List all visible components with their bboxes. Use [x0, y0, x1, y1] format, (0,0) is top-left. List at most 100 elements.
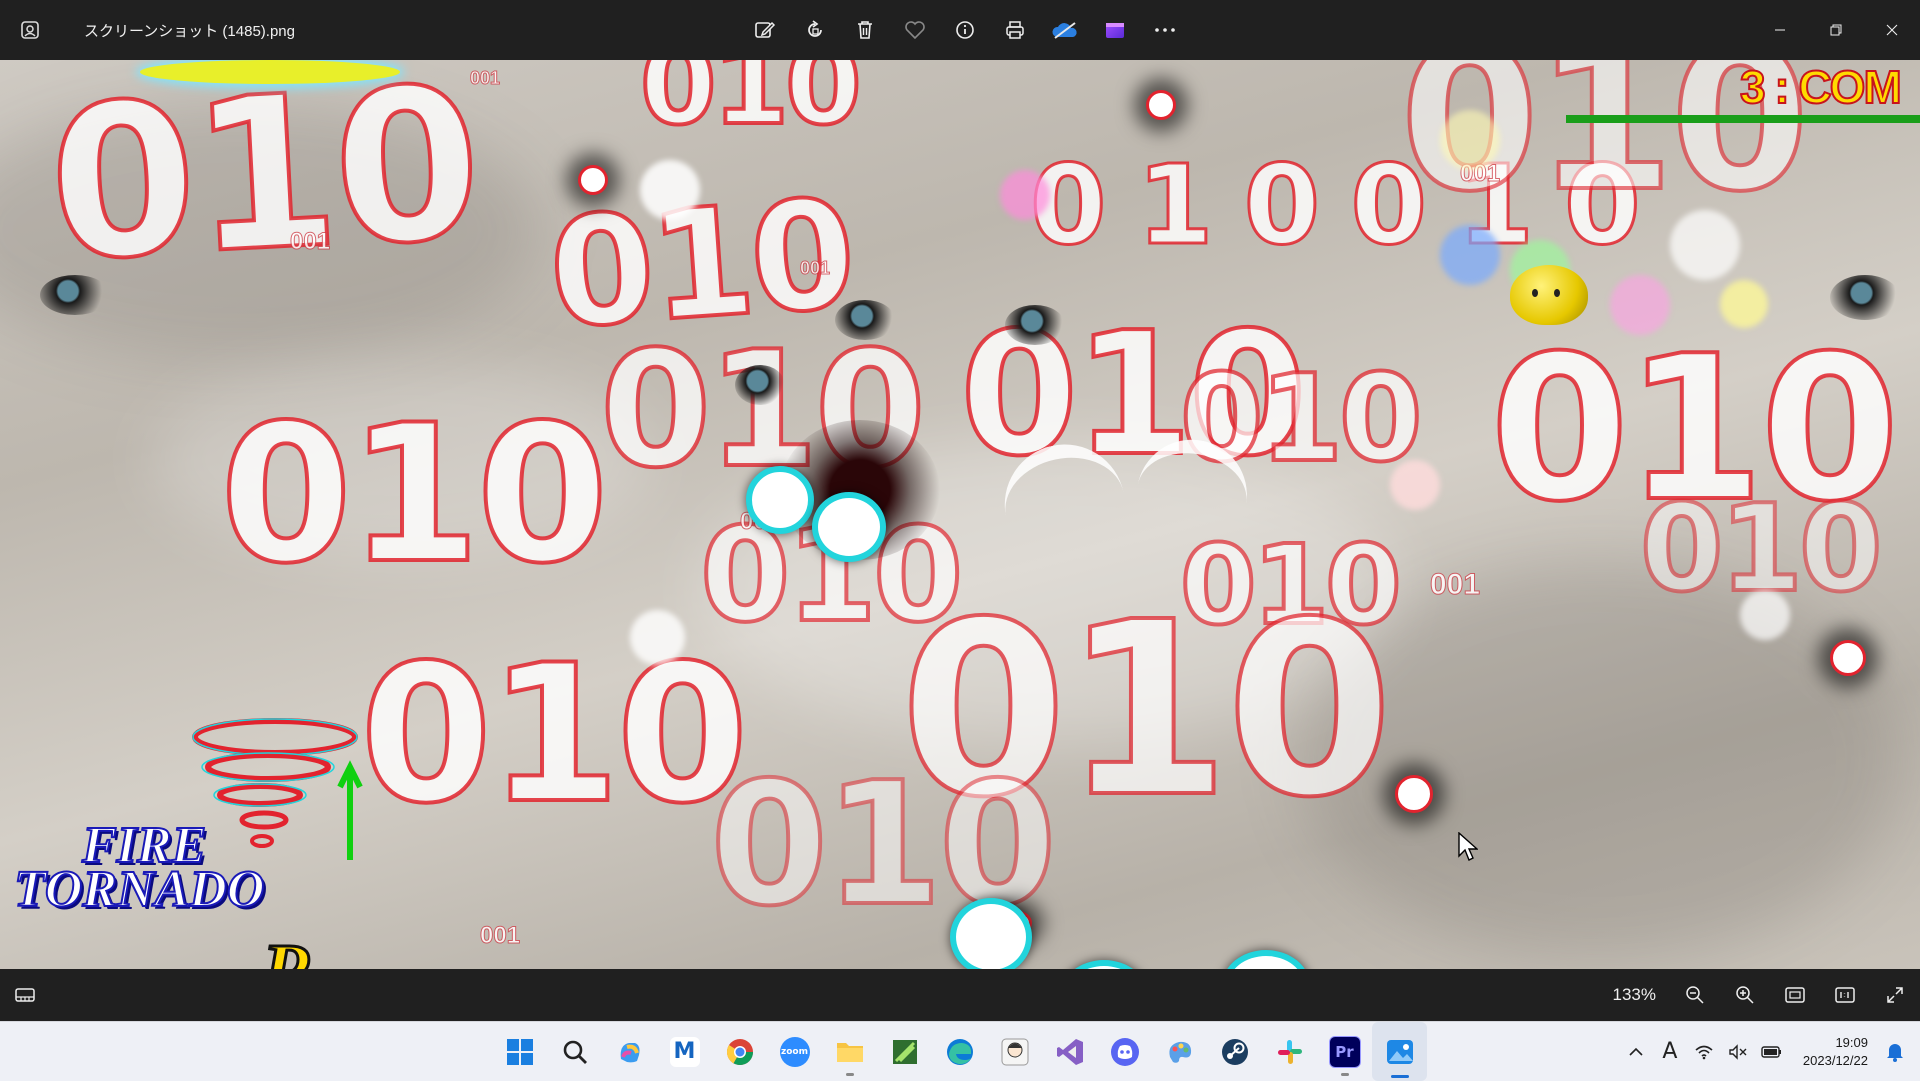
ime-indicator[interactable]: A [1653, 1039, 1687, 1064]
visual-studio-icon [1056, 1038, 1083, 1065]
glow-orb [1440, 225, 1500, 285]
close-icon [1886, 24, 1898, 36]
taskbar-app-character[interactable] [987, 1022, 1042, 1081]
glow-orb [1000, 170, 1050, 220]
slack-icon [1277, 1039, 1302, 1064]
taskbar-app-copilot[interactable] [602, 1022, 657, 1081]
mouse-cursor-icon [1458, 832, 1478, 861]
filmstrip-button[interactable] [0, 969, 50, 1021]
zoom-in-button[interactable] [1720, 969, 1770, 1021]
cloud-light [150, 360, 650, 560]
running-indicator [845, 1073, 854, 1076]
rotate-icon [808, 20, 822, 37]
player-shot [1060, 960, 1148, 969]
battery-button[interactable] [1755, 1045, 1789, 1059]
fullscreen-icon [1887, 987, 1903, 1003]
taskbar-app-zoom[interactable]: zoom [767, 1022, 822, 1081]
taskbar-app-steam[interactable] [1207, 1022, 1262, 1081]
more-icon [1155, 28, 1175, 32]
notification-bell-icon [1887, 1043, 1903, 1062]
player-option [746, 466, 814, 534]
player-option [812, 492, 886, 562]
rotate-button[interactable] [790, 0, 840, 60]
running-indicator [1340, 1073, 1349, 1076]
search-button[interactable] [547, 1022, 602, 1081]
binary-small: 001 [1429, 568, 1481, 602]
player-shot [1222, 950, 1310, 969]
restore-button[interactable] [1808, 0, 1864, 60]
info-button[interactable] [940, 0, 990, 60]
start-button[interactable] [492, 1022, 547, 1081]
chevron-up-icon [1629, 1047, 1643, 1056]
clipchamp-button[interactable] [1090, 0, 1140, 60]
delete-button[interactable] [840, 0, 890, 60]
copilot-icon [620, 1042, 639, 1062]
taskbar: M zoom Pr A 19:09 2023/12/22 [0, 1021, 1920, 1081]
enemy-blob [1005, 305, 1065, 345]
actual-size-icon [1835, 987, 1855, 1003]
wifi-button[interactable] [1687, 1044, 1721, 1060]
show-hidden-icons-button[interactable] [1619, 1047, 1653, 1057]
onedrive-button[interactable] [1040, 0, 1090, 60]
glow-orb [1610, 275, 1670, 335]
zoom-level[interactable]: 133% [1613, 985, 1656, 1005]
enemy-blob [40, 275, 110, 315]
enemy-blob [735, 365, 785, 405]
taskbar-app-discord[interactable] [1097, 1022, 1152, 1081]
enemy-bullet [578, 165, 608, 195]
minimize-button[interactable] [1752, 0, 1808, 60]
cloud-shadow [0, 100, 540, 360]
actual-size-button[interactable] [1820, 969, 1870, 1021]
volume-muted-icon [1729, 1043, 1747, 1060]
zoom-out-icon [1686, 986, 1704, 1004]
enemy-blob [835, 300, 895, 340]
more-button[interactable] [1140, 0, 1190, 60]
window-controls [1752, 0, 1920, 60]
taskbar-app-edge[interactable] [932, 1022, 987, 1081]
zoom-out-button[interactable] [1670, 969, 1720, 1021]
clipchamp-icon [1106, 23, 1124, 38]
favorite-button[interactable] [890, 0, 940, 60]
character-app-icon [1001, 1038, 1028, 1065]
glow-orb [630, 610, 685, 665]
edit-image-icon [755, 21, 776, 38]
taskbar-app-file-explorer[interactable] [822, 1022, 877, 1081]
title-bar: スクリーンショット (1485).png [0, 0, 1920, 60]
weapon-flash [140, 60, 400, 84]
volume-button[interactable] [1721, 1043, 1755, 1060]
delete-icon [858, 21, 872, 39]
chrome-icon [726, 1038, 753, 1065]
creature-eye [1554, 289, 1560, 297]
enemy-label: 3 : COM [1739, 60, 1903, 114]
enemy-bullet [1830, 640, 1866, 676]
restore-icon [1830, 24, 1842, 36]
taskbar-app-chrome[interactable] [712, 1022, 767, 1081]
enemy-bullet [1146, 90, 1176, 120]
fit-to-window-button[interactable] [1770, 969, 1820, 1021]
fullscreen-button[interactable] [1870, 969, 1920, 1021]
print-button[interactable] [990, 0, 1040, 60]
clock-time: 19:09 [1835, 1034, 1868, 1050]
glow-orb [1740, 590, 1790, 640]
taskbar-app-mcity[interactable]: M [657, 1022, 712, 1081]
close-button[interactable] [1864, 0, 1920, 60]
taskbar-app-photos[interactable] [1372, 1022, 1427, 1081]
taskbar-app-visual-studio[interactable] [1042, 1022, 1097, 1081]
edit-image-button[interactable] [740, 0, 790, 60]
steam-icon [1221, 1038, 1248, 1065]
fit-window-icon [1785, 987, 1805, 1003]
image-viewer-canvas[interactable]: 010 010 010 0 1 0 0 1 0 010 010 010 010 … [0, 60, 1920, 969]
player-shot [950, 898, 1032, 969]
taskbar-app-paint[interactable] [1152, 1022, 1207, 1081]
taskbar-app-slack[interactable] [1262, 1022, 1317, 1081]
binary-text: 010 [638, 60, 864, 149]
taskbar-app-premiere-pro[interactable]: Pr [1317, 1022, 1372, 1081]
notifications-button[interactable] [1878, 1042, 1912, 1062]
paint-app-icon [1168, 1041, 1191, 1063]
clock[interactable]: 19:09 2023/12/22 [1803, 1034, 1868, 1070]
zoom-icon: zoom [779, 1036, 810, 1067]
edge-icon [946, 1038, 973, 1065]
taskbar-app-game[interactable] [877, 1022, 932, 1081]
wifi-icon [1695, 1045, 1713, 1059]
weapon-name: FIRE TORNADO [13, 819, 265, 917]
